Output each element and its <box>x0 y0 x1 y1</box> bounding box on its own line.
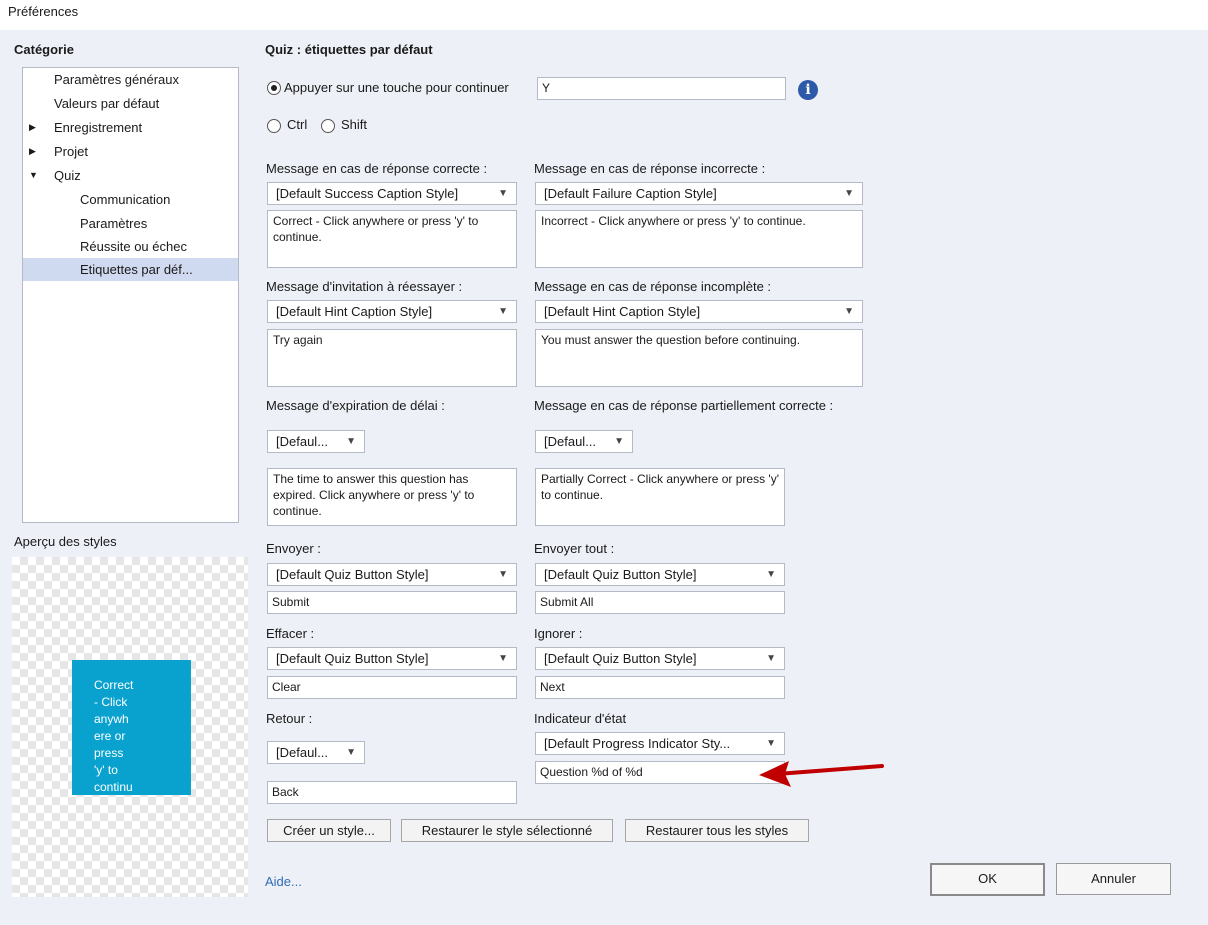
clear-text-input[interactable]: Clear <box>267 676 517 699</box>
incomplete-message-text[interactable]: You must answer the question before cont… <box>535 329 863 387</box>
ok-button[interactable]: OK <box>930 863 1045 896</box>
tree-item-defaults[interactable]: Valeurs par défaut <box>23 92 238 115</box>
window-title: Préférences <box>8 4 79 19</box>
incorrect-label: Message en cas de réponse incorrecte : <box>534 161 766 176</box>
submit-all-label: Envoyer tout : <box>534 541 615 556</box>
shift-radio[interactable] <box>321 119 335 133</box>
tree-item-general[interactable]: Paramètres généraux <box>23 68 238 91</box>
partial-message-text[interactable]: Partially Correct - Click anywhere or pr… <box>535 468 785 526</box>
style-preview-heading: Aperçu des styles <box>14 534 117 549</box>
press-key-radio[interactable] <box>267 81 281 95</box>
create-style-button[interactable]: Créer un style... <box>267 819 391 842</box>
cancel-button[interactable]: Annuler <box>1056 863 1171 895</box>
incomplete-label: Message en cas de réponse incomplète : <box>534 279 772 294</box>
timeout-label: Message d'expiration de délai : <box>266 398 445 413</box>
tree-item-recording[interactable]: ▶ Enregistrement <box>23 116 238 139</box>
correct-style-dropdown[interactable]: [Default Success Caption Style] ▼ <box>267 182 517 205</box>
back-text-input[interactable]: Back <box>267 781 517 804</box>
help-link[interactable]: Aide... <box>265 874 302 889</box>
submit-text-input[interactable]: Submit <box>267 591 517 614</box>
chevron-down-icon: ▼ <box>346 436 356 447</box>
partial-label: Message en cas de réponse partiellement … <box>534 398 834 413</box>
ctrl-label: Ctrl <box>287 117 308 132</box>
tree-item-default-labels[interactable]: Etiquettes par déf... <box>23 258 238 281</box>
title-bar: Préférences <box>0 0 1208 30</box>
chevron-down-icon: ▼ <box>844 188 854 199</box>
correct-label: Message en cas de réponse correcte : <box>266 161 488 176</box>
incomplete-style-dropdown[interactable]: [Default Hint Caption Style] ▼ <box>535 300 863 323</box>
chevron-down-icon: ▼ <box>766 569 776 580</box>
category-tree[interactable]: Paramètres généraux Valeurs par défaut ▶… <box>22 67 239 523</box>
tree-item-pass-fail[interactable]: Réussite ou échec <box>23 235 238 258</box>
tree-item-quiz[interactable]: ▼ Quiz <box>23 164 238 187</box>
chevron-down-icon: ▼ <box>614 436 624 447</box>
expand-arrow-icon[interactable]: ▶ <box>29 116 36 139</box>
chevron-down-icon: ▼ <box>346 747 356 758</box>
red-arrow-icon <box>759 761 884 787</box>
tree-item-settings[interactable]: Paramètres <box>23 212 238 235</box>
preview-caption: Correct - Click anywh ere or press 'y' t… <box>72 660 191 795</box>
timeout-style-dropdown[interactable]: [Defaul... ▼ <box>267 430 365 453</box>
tree-item-communication[interactable]: Communication <box>23 188 238 211</box>
progress-label: Indicateur d'état <box>534 711 627 726</box>
restore-all-button[interactable]: Restaurer tous les styles <box>625 819 809 842</box>
clear-label: Effacer : <box>266 626 315 641</box>
chevron-down-icon: ▼ <box>766 738 776 749</box>
restore-selected-button[interactable]: Restaurer le style sélectionné <box>401 819 613 842</box>
chevron-down-icon: ▼ <box>766 653 776 664</box>
back-label: Retour : <box>266 711 313 726</box>
skip-label: Ignorer : <box>534 626 583 641</box>
submit-style-dropdown[interactable]: [Default Quiz Button Style] ▼ <box>267 563 517 586</box>
skip-style-dropdown[interactable]: [Default Quiz Button Style] ▼ <box>535 647 785 670</box>
info-icon[interactable]: i <box>798 80 818 100</box>
partial-style-dropdown[interactable]: [Defaul... ▼ <box>535 430 633 453</box>
collapse-arrow-icon[interactable]: ▼ <box>29 164 38 187</box>
retry-message-text[interactable]: Try again <box>267 329 517 387</box>
chevron-down-icon: ▼ <box>498 653 508 664</box>
expand-arrow-icon[interactable]: ▶ <box>29 140 36 163</box>
press-key-input[interactable]: Y <box>537 77 786 100</box>
skip-text-input[interactable]: Next <box>535 676 785 699</box>
chevron-down-icon: ▼ <box>498 569 508 580</box>
shift-label: Shift <box>341 117 368 132</box>
incorrect-message-text[interactable]: Incorrect - Click anywhere or press 'y' … <box>535 210 863 268</box>
submit-all-text-input[interactable]: Submit All <box>535 591 785 614</box>
incorrect-style-dropdown[interactable]: [Default Failure Caption Style] ▼ <box>535 182 863 205</box>
submit-label: Envoyer : <box>266 541 321 556</box>
chevron-down-icon: ▼ <box>498 306 508 317</box>
chevron-down-icon: ▼ <box>498 188 508 199</box>
category-heading: Catégorie <box>14 42 74 57</box>
back-style-dropdown[interactable]: [Defaul... ▼ <box>267 741 365 764</box>
ctrl-radio[interactable] <box>267 119 281 133</box>
clear-style-dropdown[interactable]: [Default Quiz Button Style] ▼ <box>267 647 517 670</box>
chevron-down-icon: ▼ <box>844 306 854 317</box>
retry-label: Message d'invitation à réessayer : <box>266 279 463 294</box>
page-title: Quiz : étiquettes par défaut <box>265 42 433 57</box>
submit-all-style-dropdown[interactable]: [Default Quiz Button Style] ▼ <box>535 563 785 586</box>
tree-item-project[interactable]: ▶ Projet <box>23 140 238 163</box>
progress-style-dropdown[interactable]: [Default Progress Indicator Sty... ▼ <box>535 732 785 755</box>
correct-message-text[interactable]: Correct - Click anywhere or press 'y' to… <box>267 210 517 268</box>
timeout-message-text[interactable]: The time to answer this question has exp… <box>267 468 517 526</box>
retry-style-dropdown[interactable]: [Default Hint Caption Style] ▼ <box>267 300 517 323</box>
press-key-label: Appuyer sur une touche pour continuer <box>284 80 509 95</box>
style-preview: Correct - Click anywh ere or press 'y' t… <box>12 557 248 897</box>
progress-text-input[interactable]: Question %d of %d <box>535 761 785 784</box>
